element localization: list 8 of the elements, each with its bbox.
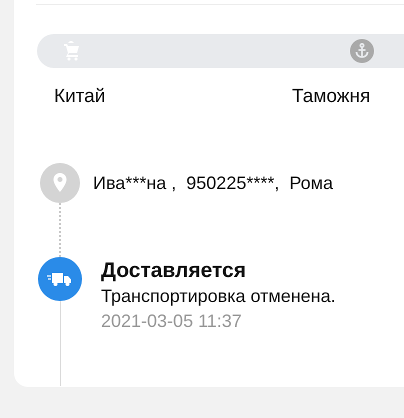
status-title: Доставляется <box>101 258 247 284</box>
stop-label: Таможня <box>292 86 370 108</box>
address-text: Ива***на , 950225****, Рома <box>93 172 334 194</box>
stop-label: Китай <box>54 86 106 108</box>
anchor-icon <box>350 39 374 63</box>
truck-icon <box>38 257 82 301</box>
status-description: Транспортировка отменена. <box>101 285 337 308</box>
status-time: 2021-03-05 11:37 <box>101 310 243 333</box>
